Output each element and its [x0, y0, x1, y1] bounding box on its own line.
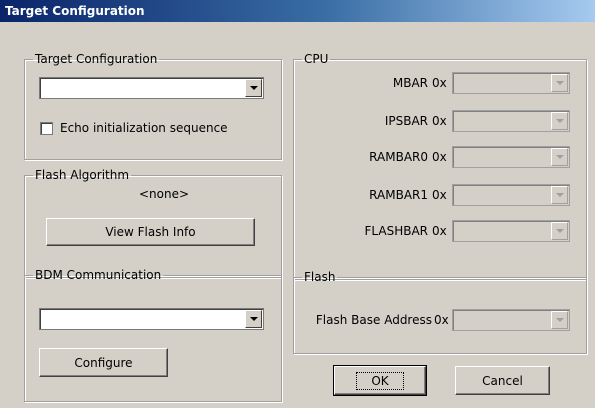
cpu-legend: CPU [304, 52, 329, 66]
echo-init-label[interactable]: Echo initialization sequence [60, 121, 228, 135]
ok-button[interactable]: OK [333, 365, 427, 396]
target-configuration-legend: Target Configuration [35, 52, 158, 66]
target-configuration-select[interactable] [39, 77, 264, 99]
flashbar-label: FLASHBAR [364, 224, 429, 238]
rambar0-prefix: 0x [432, 150, 447, 164]
rambar1-select[interactable] [452, 184, 570, 206]
mbar-select[interactable] [452, 72, 570, 94]
chevron-down-icon[interactable] [551, 112, 568, 130]
chevron-down-icon[interactable] [551, 148, 568, 166]
rambar1-prefix: 0x [432, 188, 447, 202]
mbar-prefix: 0x [432, 76, 447, 90]
configure-button[interactable]: Configure [39, 348, 168, 377]
chevron-down-icon[interactable] [245, 310, 262, 328]
flashbar-select[interactable] [452, 220, 570, 242]
flash-algorithm-value: <none> [138, 187, 190, 201]
chevron-down-icon[interactable] [551, 311, 568, 329]
chevron-down-icon[interactable] [551, 186, 568, 204]
ok-button-label: OK [356, 371, 404, 390]
flash-base-address-select[interactable] [452, 309, 570, 331]
flash-base-address-label: Flash Base Address [315, 313, 432, 327]
chevron-down-icon[interactable] [245, 79, 262, 97]
echo-init-checkbox[interactable] [40, 122, 53, 135]
ipsbar-select[interactable] [452, 110, 570, 132]
bdm-communication-select[interactable] [39, 308, 264, 330]
target-configuration-group: Target Configuration [24, 52, 282, 160]
mbar-label: MBAR [392, 76, 428, 90]
view-flash-info-button[interactable]: View Flash Info [46, 218, 255, 246]
ipsbar-prefix: 0x [432, 114, 447, 128]
dialog-body: Target Configuration Echo initialization… [0, 22, 595, 408]
bdm-communication-legend: BDM Communication [35, 268, 162, 282]
rambar0-select[interactable] [452, 146, 570, 168]
flash-legend: Flash [304, 270, 336, 284]
flashbar-prefix: 0x [432, 224, 447, 238]
rambar0-label: RAMBAR0 [369, 150, 428, 164]
bdm-communication-group: BDM Communication [24, 268, 282, 402]
cancel-button[interactable]: Cancel [455, 366, 550, 395]
ipsbar-label: IPSBAR [384, 114, 428, 128]
flash-base-address-prefix: 0x [434, 313, 449, 327]
chevron-down-icon[interactable] [551, 222, 568, 240]
flash-algorithm-legend: Flash Algorithm [35, 168, 130, 182]
chevron-down-icon[interactable] [551, 74, 568, 92]
window-title: Target Configuration [0, 0, 595, 22]
rambar1-label: RAMBAR1 [369, 188, 428, 202]
